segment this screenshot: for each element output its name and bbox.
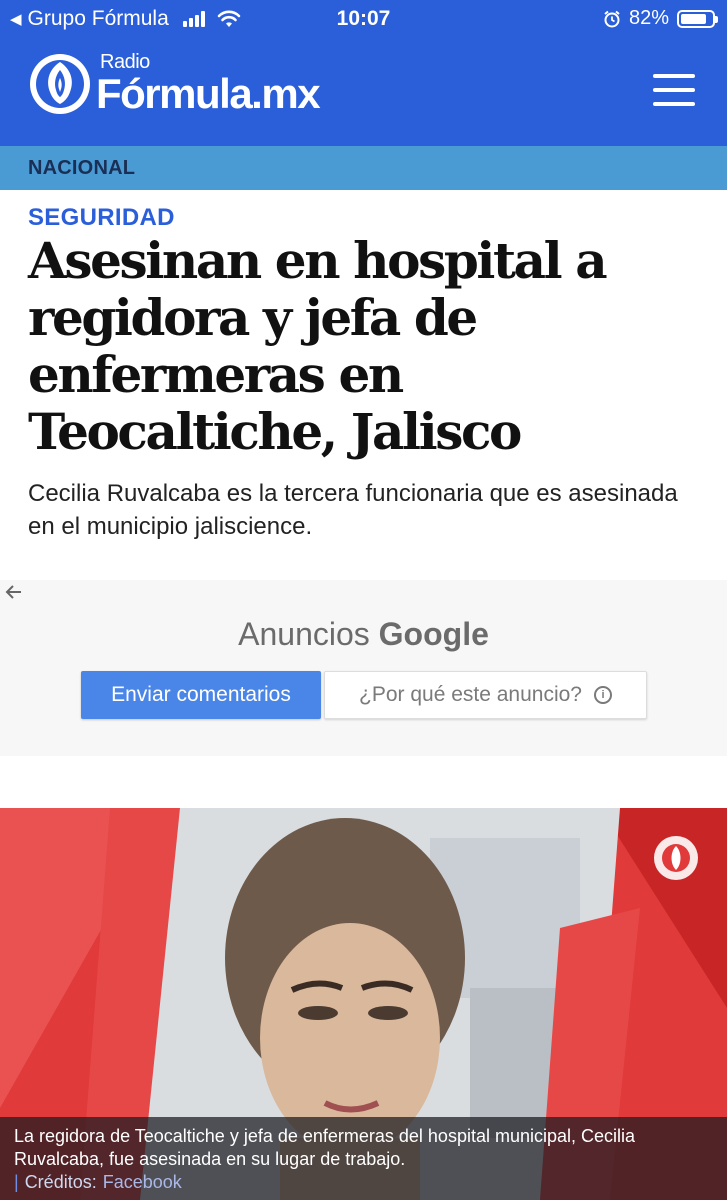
- status-bar: ◀ Grupo Fórmula 10:07 82%: [0, 0, 727, 38]
- battery-percent: 82%: [628, 7, 669, 29]
- article-headline: Asesinan en hospital a regidora y jefa d…: [28, 231, 608, 461]
- battery-fill: [681, 13, 706, 24]
- ad-back-arrow-icon[interactable]: [4, 582, 24, 612]
- battery-icon: [677, 9, 718, 28]
- hamburger-menu-icon[interactable]: [653, 74, 695, 106]
- ad-block: Anuncios Google Enviar comentarios ¿Por …: [0, 580, 727, 756]
- logo-radio-label: Radio: [100, 51, 150, 73]
- article-kicker[interactable]: SEGURIDAD: [28, 204, 175, 232]
- article-photo[interactable]: La regidora de Teocaltiche y jefa de enf…: [0, 808, 727, 1200]
- photo-credit: | Créditos: Facebook: [14, 1171, 713, 1194]
- logo-main-label: Fórmula.mx: [96, 70, 321, 117]
- ad-title: Anuncios Google: [0, 616, 727, 653]
- info-icon: i: [593, 686, 612, 704]
- photo-caption: La regidora de Teocaltiche y jefa de enf…: [0, 1117, 727, 1200]
- why-this-ad-label: ¿Por qué este anuncio?: [359, 683, 582, 706]
- caption-text: La regidora de Teocaltiche y jefa de enf…: [14, 1126, 636, 1169]
- site-header: Radio Fórmula.mx: [0, 38, 727, 146]
- credit-source-link[interactable]: Facebook: [103, 1171, 182, 1194]
- site-logo[interactable]: Radio Fórmula.mx: [28, 51, 321, 117]
- radio-formula-logo-icon: [30, 54, 90, 114]
- send-feedback-button[interactable]: Enviar comentarios: [81, 671, 321, 719]
- google-brand-label: Google: [378, 616, 489, 652]
- why-this-ad-button[interactable]: ¿Por qué este anuncio? i: [324, 671, 647, 719]
- status-right: 82%: [603, 7, 718, 30]
- section-label: NACIONAL: [28, 157, 136, 179]
- section-bar[interactable]: NACIONAL: [0, 146, 727, 190]
- ad-title-prefix: Anuncios: [238, 616, 370, 652]
- article-subtitle: Cecilia Ruvalcaba es la tercera funciona…: [28, 480, 678, 540]
- credit-divider: |: [14, 1172, 19, 1192]
- alarm-icon: [604, 10, 620, 27]
- logo-wordmark: Radio Fórmula.mx: [96, 51, 321, 117]
- credit-label: Créditos:: [24, 1172, 97, 1192]
